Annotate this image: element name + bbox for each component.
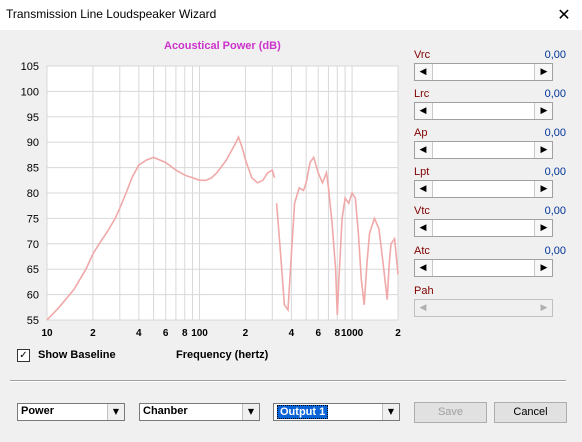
param-row: Ap 0,00 ◀ ▶ <box>414 127 566 167</box>
title-bar: Transmission Line Loudspeaker Wizard ✕ <box>0 0 582 30</box>
window-title: Transmission Line Loudspeaker Wizard <box>6 7 217 21</box>
param-row: Lrc 0,00 ◀ ▶ <box>414 88 566 128</box>
frequency-axis-label: Frequency (hertz) <box>176 349 269 361</box>
scroll-right-icon[interactable]: ▶ <box>536 64 552 80</box>
scroll-right-icon[interactable]: ▶ <box>536 260 552 276</box>
chamber-combo-value: Chanber <box>143 405 188 417</box>
y-tick-label: 65 <box>27 264 39 276</box>
scroll-right-icon[interactable]: ▶ <box>536 142 552 158</box>
x-tick-label: 10 <box>41 328 53 339</box>
y-tick-label: 80 <box>27 188 39 200</box>
scroll-left-icon[interactable]: ◀ <box>415 64 431 80</box>
scroll-right-icon[interactable]: ▶ <box>536 220 552 236</box>
cancel-button[interactable]: Cancel <box>494 402 567 423</box>
scroll-left-icon[interactable]: ◀ <box>415 103 431 119</box>
scroll-right-icon[interactable]: ▶ <box>536 181 552 197</box>
param-row: Atc 0,00 ◀ ▶ <box>414 245 566 285</box>
param-label: Lpt <box>414 166 430 178</box>
separator <box>10 380 566 382</box>
x-tick-label: 8 <box>182 328 188 339</box>
mode-combo-value: Power <box>21 405 55 417</box>
param-value: 0,00 <box>544 205 566 217</box>
scroll-right-icon[interactable]: ▶ <box>536 103 552 119</box>
show-baseline-label: Show Baseline <box>38 349 116 361</box>
chevron-down-icon[interactable]: ▼ <box>242 404 259 420</box>
y-tick-label: 60 <box>27 290 39 302</box>
x-tick-label: 6 <box>315 328 321 339</box>
scroll-left-icon[interactable]: ◀ <box>415 142 431 158</box>
scroll-thumb[interactable] <box>432 181 535 197</box>
y-tick-label: 75 <box>27 213 39 225</box>
param-value: 0,00 <box>544 88 566 100</box>
param-label: Vtc <box>414 205 430 217</box>
scroll-left-icon[interactable]: ◀ <box>415 260 431 276</box>
x-tick-label: 2 <box>243 328 249 339</box>
y-tick-label: 105 <box>21 61 39 73</box>
y-tick-label: 85 <box>27 163 39 175</box>
chamber-combo[interactable]: Chanber ▼ <box>139 403 260 421</box>
show-baseline-checkbox[interactable]: ✓ <box>17 349 30 362</box>
x-tick-label: 4 <box>136 328 142 339</box>
x-tick-label: 6 <box>163 328 169 339</box>
y-tick-label: 70 <box>27 239 39 251</box>
param-row: Pah ◀ ▶ <box>414 285 566 325</box>
param-row: Lpt 0,00 ◀ ▶ <box>414 166 566 206</box>
scroll-thumb[interactable] <box>432 260 535 276</box>
param-label: Vrc <box>414 49 431 61</box>
scroll-right-icon[interactable]: ▶ <box>536 300 552 316</box>
param-value: 0,00 <box>544 49 566 61</box>
param-scrollbar[interactable]: ◀ ▶ <box>414 180 553 198</box>
chevron-down-icon[interactable]: ▼ <box>382 404 399 420</box>
param-scrollbar[interactable]: ◀ ▶ <box>414 219 553 237</box>
param-label: Ap <box>414 127 428 139</box>
scroll-thumb[interactable] <box>432 64 535 80</box>
output-combo[interactable]: Output 1 ▼ <box>273 403 400 421</box>
scroll-left-icon[interactable]: ◀ <box>415 181 431 197</box>
param-value: 0,00 <box>544 245 566 257</box>
y-tick-label: 55 <box>27 315 39 327</box>
param-scrollbar[interactable]: ◀ ▶ <box>414 299 553 317</box>
x-tick-label: 2 <box>395 328 401 339</box>
chart-title: Acoustical Power (dB) <box>164 40 281 52</box>
param-row: Vtc 0,00 ◀ ▶ <box>414 205 566 245</box>
scroll-thumb[interactable] <box>432 142 535 158</box>
param-scrollbar[interactable]: ◀ ▶ <box>414 102 553 120</box>
param-value: 0,00 <box>544 127 566 139</box>
scroll-left-icon[interactable]: ◀ <box>415 300 431 316</box>
mode-combo[interactable]: Power ▼ <box>17 403 125 421</box>
param-scrollbar[interactable]: ◀ ▶ <box>414 141 553 159</box>
x-tick-label: 2 <box>90 328 96 339</box>
x-tick-label: 4 <box>289 328 295 339</box>
y-tick-label: 90 <box>27 137 39 149</box>
acoustic-power-chart: 10510095908580757065605510 2 4 6 8 100 2 4 6 8 100… <box>21 61 402 339</box>
param-value: 0,00 <box>544 166 566 178</box>
param-label: Lrc <box>414 88 430 100</box>
save-button[interactable]: Save <box>414 402 487 423</box>
param-row: Vrc 0,00 ◀ ▶ <box>414 49 566 89</box>
y-tick-label: 95 <box>27 112 39 124</box>
chevron-down-icon[interactable]: ▼ <box>107 404 124 420</box>
param-scrollbar[interactable]: ◀ ▶ <box>414 259 553 277</box>
scroll-thumb[interactable] <box>432 103 535 119</box>
x-tick-label: 8 <box>335 328 341 339</box>
y-tick-label: 100 <box>21 86 39 98</box>
param-label: Atc <box>414 245 430 257</box>
output-combo-value: Output 1 <box>277 405 329 419</box>
scroll-left-icon[interactable]: ◀ <box>415 220 431 236</box>
scroll-thumb[interactable] <box>432 220 535 236</box>
x-tick-label: 1000 <box>341 328 364 339</box>
x-tick-label: 100 <box>191 328 208 339</box>
param-scrollbar[interactable]: ◀ ▶ <box>414 63 553 81</box>
close-icon[interactable]: ✕ <box>546 2 582 28</box>
param-label: Pah <box>414 285 434 297</box>
